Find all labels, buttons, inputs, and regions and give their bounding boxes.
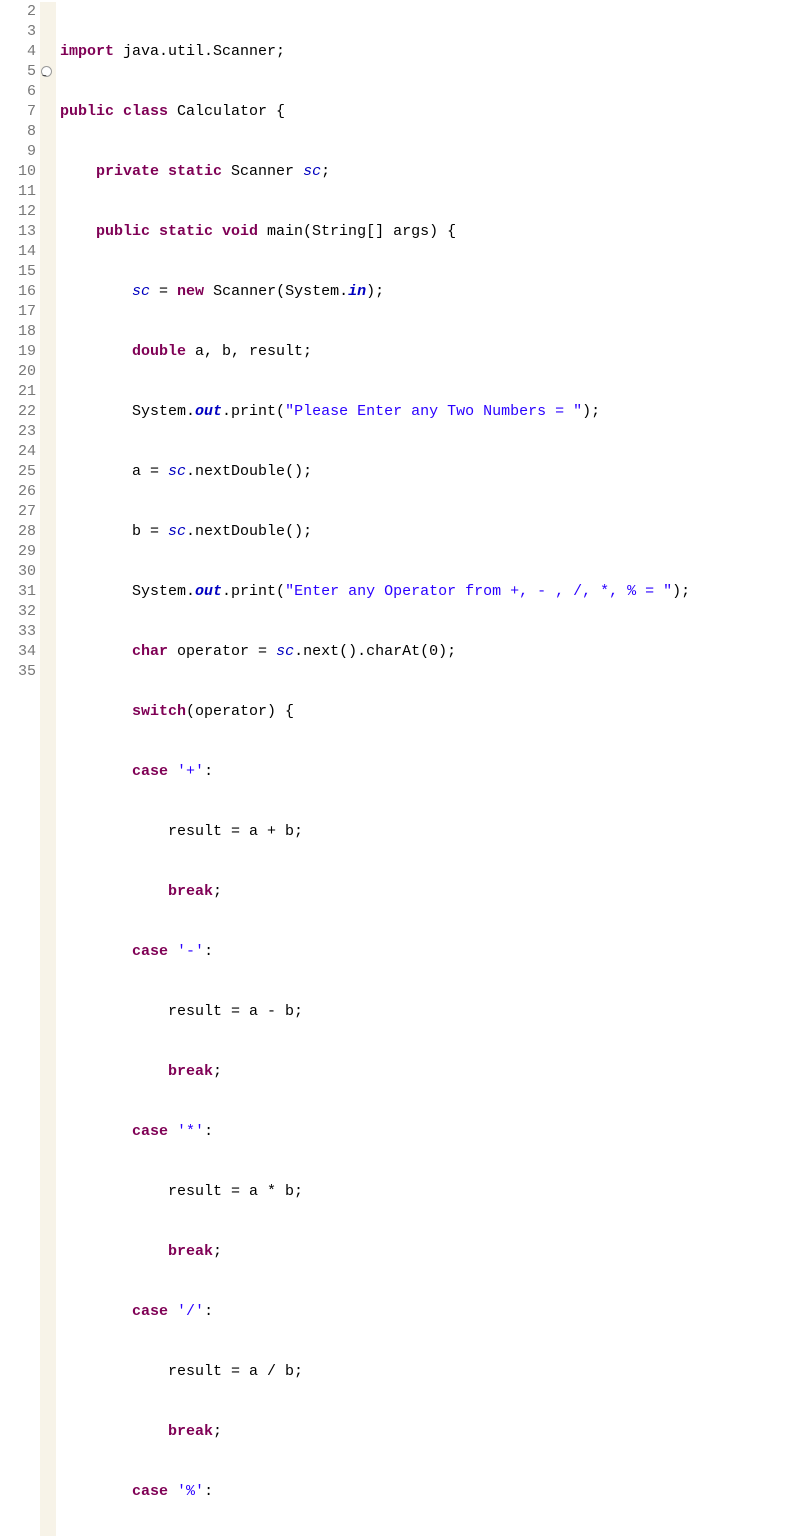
fold-toggle-icon[interactable]: − [41, 66, 52, 77]
folding-ruler[interactable]: − [40, 2, 56, 1536]
line-number-gutter: 2 3 4 5 6 7 8 9 10 11 12 13 14 15 16 17 … [0, 2, 40, 1536]
code-area[interactable]: import java.util.Scanner; public class C… [56, 2, 787, 1536]
code-editor[interactable]: 2 3 4 5 6 7 8 9 10 11 12 13 14 15 16 17 … [0, 0, 787, 1536]
